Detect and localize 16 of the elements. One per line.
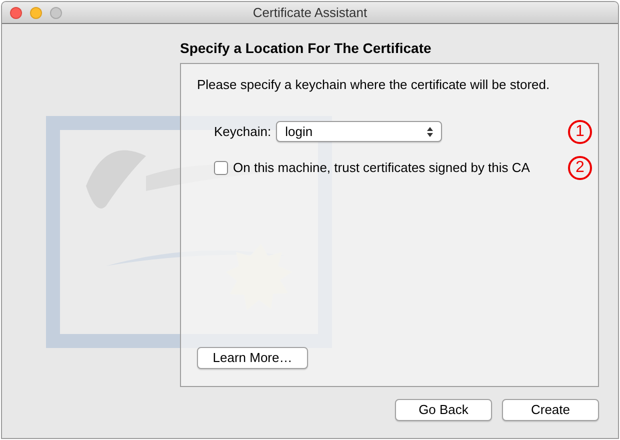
keychain-popup[interactable]: login [276,121,442,142]
checkbox[interactable] [214,160,228,174]
minimize-button[interactable] [30,6,42,18]
learn-more-button[interactable]: Learn More… [197,347,308,369]
instructions: Please specify a keychain where the certificate will be stored. [197,76,551,94]
annotation-marker: 2 [568,156,592,180]
dialog-button[interactable]: Go Back [395,399,492,421]
checkbox-label: On this machine, trust certificates signed by this CA [233,158,530,177]
zoom-button[interactable] [50,6,62,18]
stepper-icon [427,126,434,136]
heading: Specify a Location For The Certificate [180,39,432,57]
close-button[interactable] [10,6,22,18]
annotation-marker: 1 [568,120,592,144]
window-title: Certificate Assistant [252,4,368,22]
keychain-label: Keychain: [214,122,272,141]
dialog-button[interactable]: Create [502,399,599,421]
